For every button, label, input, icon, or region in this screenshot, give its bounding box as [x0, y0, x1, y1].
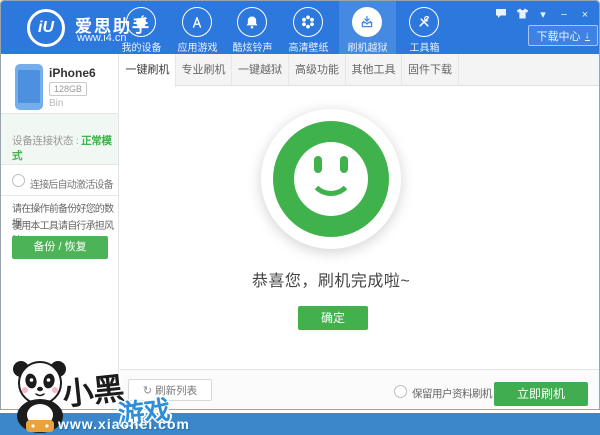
nav-label: 刷机越狱 — [347, 43, 388, 54]
minimize-icon[interactable]: − — [558, 9, 570, 21]
nav-label: 我的设备 — [121, 43, 162, 54]
nav-item-wallpapers[interactable]: 高清壁纸 — [280, 1, 337, 54]
nav-label: 高清壁纸 — [288, 43, 329, 54]
appstore-icon — [182, 7, 212, 37]
tab-other-tools[interactable]: 其他工具 — [346, 54, 402, 86]
window-controls: ▾ − × — [495, 8, 591, 22]
tab-advanced[interactable]: 高级功能 — [289, 54, 346, 86]
bell-icon — [237, 7, 267, 37]
connection-status-panel: 设备连接状态 : 正常模式 — [1, 113, 118, 165]
app-window: iU 爱思助手 www.i4.cn 我的设备 应用游戏 酷炫铃声 高清壁纸 刷机… — [0, 0, 600, 410]
tools-icon — [409, 7, 439, 37]
success-message: 恭喜您，刷机完成啦~ — [251, 273, 411, 290]
tab-one-key-jailbreak[interactable]: 一键越狱 — [232, 54, 289, 86]
nav-item-apps-games[interactable]: 应用游戏 — [169, 1, 226, 54]
confirm-button[interactable]: 确定 — [298, 306, 368, 330]
smiley-face — [294, 142, 368, 216]
iphone-screen — [18, 70, 40, 103]
keep-user-data-label: 保留用户资料刷机 — [412, 388, 493, 400]
flash-box-icon — [352, 7, 382, 37]
footer-bar: ↻ 刷新列表 保留用户资料刷机 立即刷机 — [120, 369, 599, 409]
nav-label: 工具箱 — [409, 43, 440, 54]
auto-activate-row: 连接后自动激活设备 — [1, 165, 118, 196]
flash-now-button[interactable]: 立即刷机 — [494, 382, 588, 406]
smiley-mouth — [308, 150, 354, 196]
nav-item-toolbox[interactable]: 工具箱 — [396, 1, 453, 54]
nav-item-flash-jailbreak[interactable]: 刷机越狱 — [339, 1, 396, 54]
connection-status-label: 设备连接状态 : — [12, 135, 82, 147]
tab-pro-flash[interactable]: 专业刷机 — [176, 54, 232, 86]
device-subtext: Bin — [49, 98, 64, 109]
tab-one-key-flash[interactable]: 一键刷机 — [120, 54, 176, 87]
skin-shirt-icon[interactable] — [516, 8, 529, 22]
iphone-icon — [15, 64, 43, 110]
tab-firmware-download[interactable]: 固件下载 — [402, 54, 459, 86]
header-bar: iU 爱思助手 www.i4.cn 我的设备 应用游戏 酷炫铃声 高清壁纸 刷机… — [1, 1, 599, 54]
flash-complete-panel: 恭喜您，刷机完成啦~ 确定 — [120, 87, 599, 369]
device-capacity-badge: 128GB — [49, 82, 88, 96]
flower-icon — [293, 7, 323, 37]
download-center-button[interactable]: 下载中心 ↓ — [528, 25, 598, 46]
keep-user-data-radio[interactable] — [394, 385, 407, 398]
nav-item-ringtones[interactable]: 酷炫铃声 — [224, 1, 281, 54]
backup-restore-button[interactable]: 备份 / 恢复 — [12, 236, 108, 259]
apple-icon — [126, 7, 156, 37]
app-logo: iU — [27, 9, 65, 47]
download-center-label: 下载中心 — [536, 30, 581, 43]
flash-tabbar: 一键刷机 专业刷机 一键越狱 高级功能 其他工具 固件下载 — [120, 54, 599, 87]
tray-arrow-icon[interactable]: ▾ — [537, 9, 549, 21]
watermark-brand-black: 小黑 — [60, 370, 126, 413]
nav-label: 酷炫铃声 — [232, 43, 273, 54]
download-arrow-icon: ↓ — [584, 29, 590, 41]
nav-label: 应用游戏 — [177, 43, 218, 54]
watermark-url: www.xiaohei.com — [58, 416, 190, 432]
device-name: iPhone6 — [49, 66, 96, 80]
auto-activate-label: 连接后自动激活设备 — [30, 180, 114, 191]
auto-activate-radio[interactable] — [12, 174, 25, 187]
nav-item-my-device[interactable]: 我的设备 — [113, 1, 170, 54]
close-icon[interactable]: × — [579, 9, 591, 21]
feedback-bubble-icon[interactable] — [495, 8, 507, 22]
success-smiley — [261, 109, 401, 249]
smiley-green-ring — [273, 121, 389, 237]
screenshot-stage: iU 爱思助手 www.i4.cn 我的设备 应用游戏 酷炫铃声 高清壁纸 刷机… — [0, 0, 600, 435]
